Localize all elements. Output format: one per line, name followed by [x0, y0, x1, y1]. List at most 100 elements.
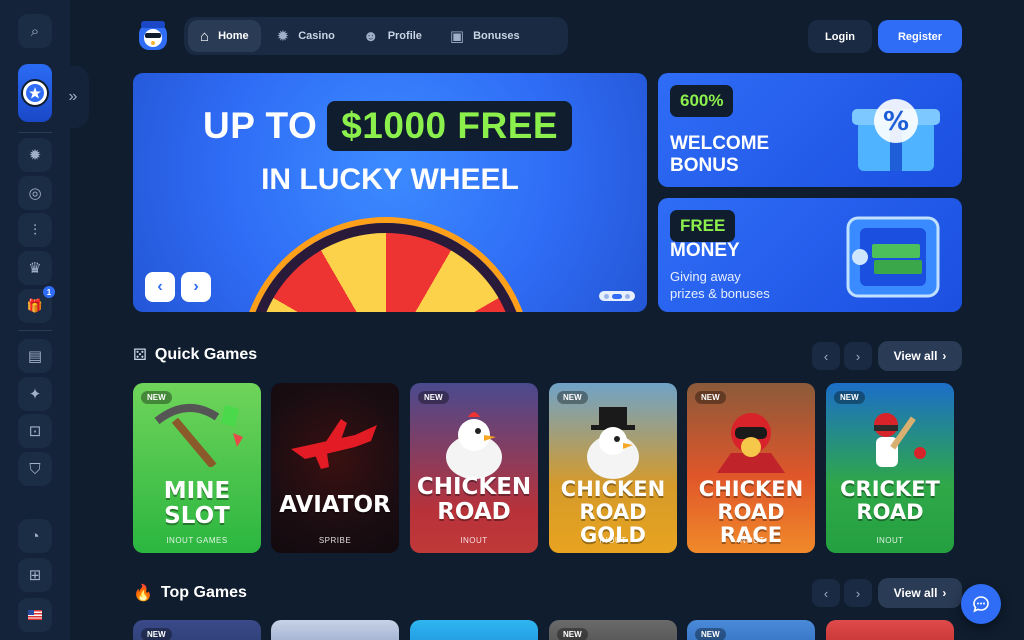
search-icon[interactable]: ⌕: [18, 14, 52, 48]
book-icon[interactable]: ▤: [18, 339, 52, 373]
carousel-dot-active[interactable]: [612, 293, 622, 299]
free-money-subtitle: Giving away prizes & bonuses: [670, 268, 770, 302]
top-game-tile[interactable]: NEW: [687, 620, 815, 640]
hero-next-button[interactable]: ›: [181, 272, 211, 302]
top-game-tile[interactable]: NEW: [549, 620, 677, 640]
nav-profile[interactable]: ☻ Profile: [351, 20, 434, 52]
new-badge: NEW: [141, 628, 172, 640]
svg-text:%: %: [883, 107, 909, 137]
user-icon: ☻: [362, 27, 379, 45]
quick-games-title: Quick Games: [154, 346, 258, 363]
new-badge: NEW: [834, 391, 865, 404]
gamepad-icon[interactable]: ✦: [18, 377, 52, 411]
top-games-header: 🔥 Top Games: [133, 583, 247, 603]
top-games-next-button[interactable]: ›: [844, 579, 872, 607]
view-all-label: View all: [893, 586, 938, 600]
fire-icon: 🔥: [133, 585, 153, 602]
game-title-line: CRICKET: [840, 477, 940, 501]
game-provider: INOUT: [876, 536, 904, 545]
gift-icon[interactable]: 🎁 1: [18, 286, 55, 323]
register-button[interactable]: Register: [878, 20, 962, 53]
nav-home[interactable]: ⌂ Home: [188, 20, 261, 52]
gift-glyph: 🎁: [26, 298, 44, 313]
hero-banner[interactable]: UP TO $1000 FREE IN LUCKY WHEEL ‹ ›: [133, 73, 647, 312]
game-tile-cricket-road[interactable]: NEW CRICKET ROAD INOUT: [826, 383, 954, 553]
windows-icon[interactable]: ⊞: [18, 558, 52, 592]
promo-title-line: BONUS: [670, 155, 739, 176]
us-flag-icon[interactable]: [18, 598, 52, 632]
casino-chip-icon[interactable]: ✹: [18, 138, 52, 172]
game-title-line: CHICKEN: [698, 477, 804, 501]
chevron-right-icon: ›: [942, 349, 947, 363]
shield-icon[interactable]: ⛉: [18, 452, 52, 486]
hero-prev-button[interactable]: ‹: [145, 272, 175, 302]
gift-box-art: %: [838, 83, 948, 177]
nav-bonuses[interactable]: ▣ Bonuses: [438, 20, 532, 52]
free-money-card[interactable]: FREE MONEY Giving away prizes & bonuses: [658, 198, 962, 312]
game-title: AVIATOR: [271, 493, 399, 518]
crown-icon[interactable]: ♛: [18, 251, 52, 285]
game-tile-chicken-road-race[interactable]: NEW CHICKEN ROAD RACE INOUT: [687, 383, 815, 553]
hero-amount: $1000 FREE: [327, 101, 573, 151]
chicken-tophat-icon: [587, 407, 639, 479]
chart-icon[interactable]: ⫶: [18, 213, 52, 247]
carousel-dots: [599, 291, 635, 301]
new-badge: NEW: [141, 391, 172, 404]
game-title: CRICKET ROAD: [826, 478, 954, 524]
main-nav: ⌂ Home ✹ Casino ☻ Profile ▣ Bonuses: [184, 17, 568, 55]
top-game-tile[interactable]: [410, 620, 538, 640]
gift-count-badge: 1: [43, 286, 55, 298]
chat-icon: [973, 596, 989, 613]
nav-profile-label: Profile: [387, 30, 422, 42]
game-title-line: ROAD: [856, 500, 924, 524]
chat-bubbles-icon[interactable]: ◔: [18, 519, 52, 553]
free-money-title: MONEY: [670, 240, 740, 261]
gift-percent-icon: %: [852, 99, 940, 171]
globe-icon[interactable]: ◎: [18, 176, 52, 210]
pickaxe-icon: [154, 403, 243, 467]
game-title-line: CHICKEN: [416, 474, 532, 500]
cricket-player-icon: [874, 413, 926, 467]
top-games-title: Top Games: [160, 584, 247, 601]
top-game-tile[interactable]: NEW: [133, 620, 261, 640]
nav-casino[interactable]: ✹ Casino: [265, 20, 347, 52]
game-tile-chicken-road-gold[interactable]: NEW CHICKEN ROAD GOLD INOUT: [549, 383, 677, 553]
new-badge: NEW: [695, 391, 726, 404]
chicken-racer-icon: [717, 413, 785, 473]
flag-graphic: [28, 610, 42, 620]
welcome-bonus-title: WELCOME BONUS: [670, 133, 769, 177]
safe-icon: [846, 216, 940, 298]
chicken-icon: [446, 412, 502, 479]
game-tile-mine-slot[interactable]: NEW MINE SLOT INOUT GAMES: [133, 383, 261, 553]
lucky-wheel-graphic: [246, 223, 526, 312]
carousel-dot[interactable]: [625, 293, 630, 299]
game-provider: INOUT: [737, 536, 765, 545]
game-title-line: AVIATOR: [279, 492, 391, 518]
quick-games-view-all-button[interactable]: View all ›: [878, 341, 962, 371]
game-provider: SPRIBE: [318, 536, 352, 545]
top-game-tile[interactable]: [826, 620, 954, 640]
quick-games-prev-button[interactable]: ‹: [812, 342, 840, 370]
site-logo[interactable]: [134, 17, 172, 55]
top-game-tile[interactable]: [271, 620, 399, 640]
airplane-icon: [291, 419, 377, 469]
quick-games-next-button[interactable]: ›: [844, 342, 872, 370]
lucky-wheel-thumbnail[interactable]: [18, 64, 52, 122]
carousel-dot[interactable]: [604, 293, 609, 299]
game-tile-chicken-road[interactable]: NEW CHICKEN ROAD INOUT: [410, 383, 538, 553]
support-chat-button[interactable]: [961, 584, 1001, 624]
welcome-bonus-card[interactable]: 600% WELCOME BONUS %: [658, 73, 962, 187]
lock-icon[interactable]: ⊡: [18, 414, 52, 448]
game-provider: INOUT: [460, 536, 488, 545]
top-games-prev-button[interactable]: ‹: [812, 579, 840, 607]
nav-casino-label: Casino: [298, 30, 335, 42]
dice-icon: ⚄: [133, 347, 147, 364]
game-title-line: SLOT: [164, 503, 230, 529]
sidebar-expand-button[interactable]: »: [57, 66, 89, 128]
login-button[interactable]: Login: [808, 20, 872, 53]
divider: [18, 132, 52, 133]
top-games-view-all-button[interactable]: View all ›: [878, 578, 962, 608]
game-tile-aviator[interactable]: AVIATOR SPRIBE: [271, 383, 399, 553]
penguin-logo-icon: [139, 21, 167, 50]
casino-chip-icon: ✹: [276, 28, 290, 45]
